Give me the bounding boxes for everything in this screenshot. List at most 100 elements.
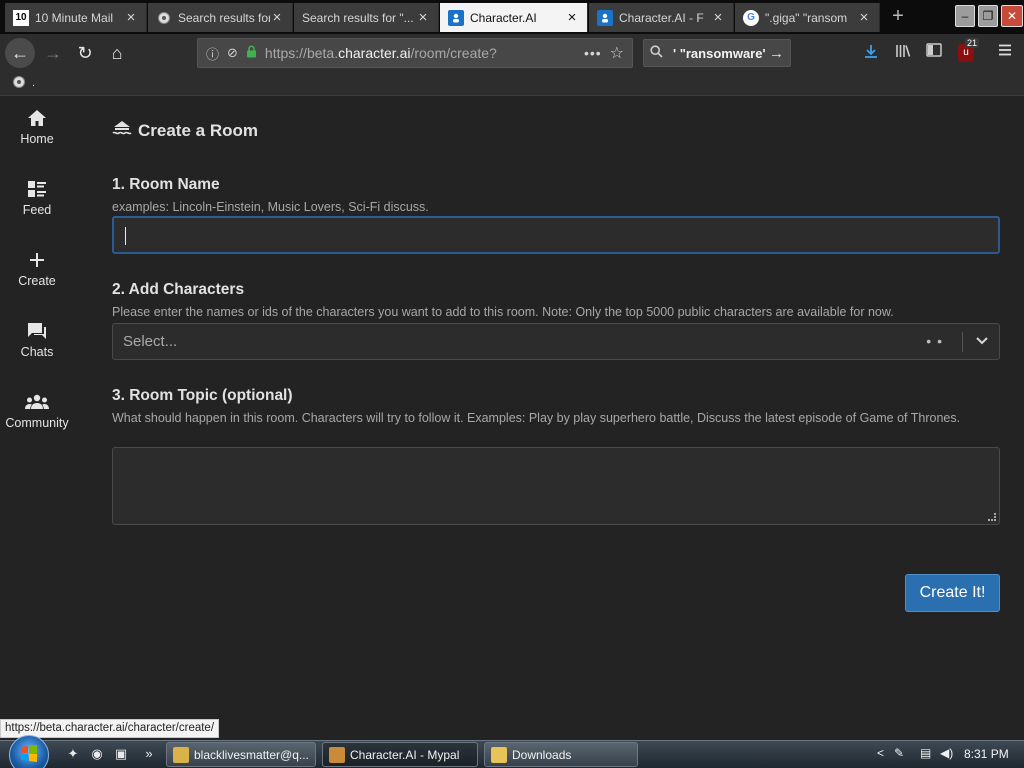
taskbar-item-label: blacklivesmatter@q... <box>194 747 309 762</box>
tab-close-icon[interactable]: × <box>711 9 725 26</box>
ublock-count-badge: 21 <box>965 38 980 48</box>
room-name-heading: 1. Room Name <box>112 176 220 193</box>
community-icon <box>0 392 74 414</box>
start-button[interactable] <box>9 735 49 768</box>
tray-app-icon[interactable]: ✎ <box>894 746 904 760</box>
hamburger-menu-icon[interactable] <box>994 43 1016 63</box>
text-caret <box>125 227 126 245</box>
bookmark-item-label[interactable]: . <box>32 77 35 89</box>
window-restore-button[interactable]: ❐ <box>978 5 998 27</box>
bookmark-star-icon[interactable]: ☆ <box>610 43 624 63</box>
room-name-input[interactable] <box>112 216 1000 254</box>
tab-title: Character.AI - F <box>619 10 704 25</box>
character-ai-icon <box>448 9 464 26</box>
library-icon[interactable] <box>892 43 914 63</box>
tab-close-icon[interactable]: × <box>270 9 284 26</box>
create-it-button[interactable]: Create It! <box>905 574 1000 612</box>
lock-icon <box>246 45 257 61</box>
taskbar-item-mypal[interactable]: Character.AI - Mypal <box>322 742 478 767</box>
tab-10-minute-mail[interactable]: 10 10 Minute Mail × <box>5 3 147 32</box>
page-actions-menu-icon[interactable]: ••• <box>584 45 602 61</box>
tab-close-icon[interactable]: × <box>416 9 430 26</box>
taskbar-item-label: Character.AI - Mypal <box>350 747 460 762</box>
character-select[interactable]: Select... • • <box>112 323 1000 360</box>
tab-title: ".giga" "ransom <box>765 10 848 25</box>
forward-button[interactable]: → <box>38 38 68 68</box>
sidebar-item-label: Home <box>20 132 54 146</box>
search-favicon-icon <box>156 10 172 26</box>
taskbar-item-downloads[interactable]: Downloads <box>484 742 638 767</box>
window-minimize-button[interactable]: – <box>955 5 975 27</box>
tab-title: Search results for <box>178 10 270 25</box>
autoplay-blocked-icon[interactable]: ⊘ <box>227 45 238 61</box>
email-app-icon <box>173 746 189 763</box>
quicklaunch-more-icon[interactable]: » <box>140 746 158 764</box>
tab-close-icon[interactable]: × <box>857 9 871 26</box>
tab-title: 10 Minute Mail <box>35 10 114 25</box>
tab-search-results-2[interactable]: Search results for "... × <box>294 3 439 32</box>
volume-icon[interactable]: ◀) <box>940 746 953 760</box>
sidebar-item-label: Create <box>18 274 56 288</box>
window-close-button[interactable]: ✕ <box>1001 5 1023 27</box>
app-sidebar: Home Feed Create Chats Community <box>0 96 74 740</box>
address-bar[interactable]: ⓘ ⊘ https://beta.character.ai/room/creat… <box>197 38 633 68</box>
site-info-icon[interactable]: ⓘ <box>206 44 219 63</box>
sidebar-item-community[interactable]: Community <box>0 392 74 430</box>
page-title: Create a Room <box>112 120 258 141</box>
tab-title: Search results for "... <box>302 10 414 25</box>
chevron-down-icon[interactable] <box>975 333 989 352</box>
bookmark-favicon-icon[interactable] <box>12 75 26 92</box>
tray-expand-icon[interactable]: < <box>877 746 884 760</box>
sidebar-item-label: Feed <box>22 203 52 217</box>
download-icon[interactable] <box>860 43 882 63</box>
windows-logo-icon <box>19 743 39 768</box>
room-name-hint: examples: Lincoln-Einstein, Music Lovers… <box>112 200 429 214</box>
add-characters-hint: Please enter the names or ids of the cha… <box>112 305 894 319</box>
sidebar-toggle-icon[interactable] <box>923 43 945 63</box>
tab-search-results-1[interactable]: Search results for × <box>148 3 293 32</box>
browser-tab-strip: 10 10 Minute Mail × Search results for ×… <box>0 0 1024 34</box>
quicklaunch-firefox-icon[interactable]: ✦ <box>64 746 82 764</box>
page-title-text: Create a Room <box>138 120 258 140</box>
sidebar-item-chats[interactable]: Chats <box>0 321 74 359</box>
reload-button[interactable]: ↻ <box>70 38 100 68</box>
new-tab-button[interactable]: + <box>886 4 910 30</box>
tab-google-search[interactable]: G ".giga" "ransom × <box>735 3 880 32</box>
quicklaunch-desktop-icon[interactable]: ▣ <box>112 746 130 764</box>
sidebar-item-label: Community <box>5 416 69 430</box>
tab-close-icon[interactable]: × <box>124 9 138 26</box>
character-ai-icon <box>597 9 613 26</box>
search-go-icon[interactable]: → <box>769 45 784 62</box>
chat-bubble-icon <box>0 321 74 343</box>
sidebar-item-home[interactable]: Home <box>0 108 74 146</box>
sidebar-item-label: Chats <box>20 345 54 359</box>
room-topic-hint: What should happen in this room. Charact… <box>112 411 961 425</box>
folder-icon <box>491 746 507 763</box>
resize-handle-icon[interactable] <box>988 513 996 521</box>
bookmarks-toolbar: . <box>0 72 1024 96</box>
tab-character-ai-2[interactable]: Character.AI - F × <box>589 3 734 32</box>
taskbar-clock[interactable]: 8:31 PM <box>964 747 1009 761</box>
back-button[interactable]: ← <box>5 38 35 68</box>
home-button[interactable]: ⌂ <box>102 38 132 68</box>
plus-icon <box>0 250 74 272</box>
sidebar-item-create[interactable]: Create <box>0 250 74 288</box>
search-icon <box>650 45 663 61</box>
sidebar-item-feed[interactable]: Feed <box>0 179 74 217</box>
loading-indicator-icon: • • <box>926 333 943 349</box>
taskbar-item-email[interactable]: blacklivesmatter@q... <box>166 742 316 767</box>
add-characters-heading: 2. Add Characters <box>112 281 245 298</box>
tab-title: Character.AI <box>470 10 537 25</box>
network-icon[interactable]: ▤ <box>920 746 931 760</box>
browser-navigation-bar: ← → ↻ ⌂ ⓘ ⊘ https://beta.character.ai/ro… <box>0 34 1024 72</box>
room-topic-heading: 3. Room Topic (optional) <box>112 387 293 404</box>
tab-character-ai-active[interactable]: Character.AI × <box>440 3 588 32</box>
tab-close-icon[interactable]: × <box>565 9 579 26</box>
url-text: https://beta.character.ai/room/create? <box>264 45 497 61</box>
home-icon <box>0 108 74 130</box>
search-bar[interactable]: ' "ransomware' → <box>643 39 791 67</box>
google-icon: G <box>743 9 759 26</box>
room-topic-textarea[interactable] <box>112 447 1000 525</box>
quicklaunch-browser-icon[interactable]: ◉ <box>88 746 106 764</box>
windows-taskbar: ✦ ◉ ▣ » blacklivesmatter@q... Character.… <box>0 735 1024 768</box>
